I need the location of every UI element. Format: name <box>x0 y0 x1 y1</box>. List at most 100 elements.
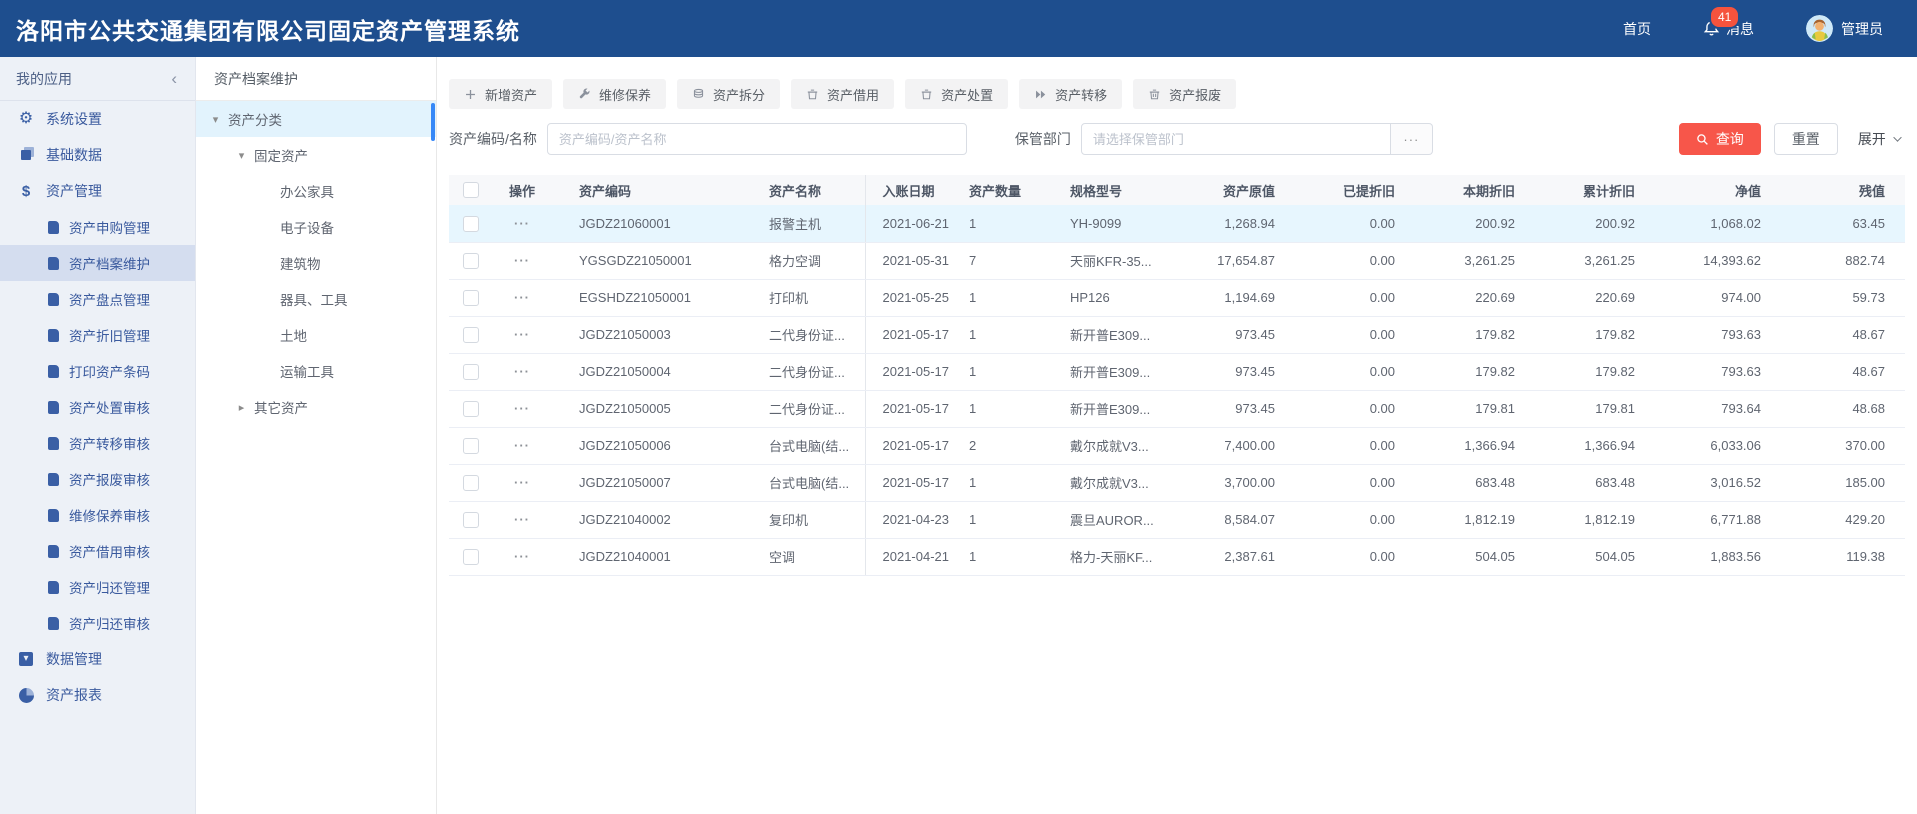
expand-toggle[interactable]: 展开 <box>1858 129 1902 149</box>
toolbar-button[interactable]: 资产转移 <box>1019 79 1123 109</box>
sidebar-item[interactable]: 资产报表 <box>0 677 195 713</box>
table-row[interactable]: ··· JGDZ21060001 报警主机 2021-06-21 1 YH-90… <box>449 205 1905 243</box>
table-row[interactable]: ··· JGDZ21050003 二代身份证... 2021-05-17 1 新… <box>449 316 1905 354</box>
sidebar-item-label: 资产管理 <box>46 183 102 199</box>
row-checkbox[interactable] <box>463 400 479 417</box>
sidebar-item[interactable]: 资产申购管理 <box>0 209 195 245</box>
table-row[interactable]: ··· JGDZ21040002 复印机 2021-04-23 1 震旦AURO… <box>449 501 1905 539</box>
table-row[interactable]: ··· JGDZ21050004 二代身份证... 2021-05-17 1 新… <box>449 353 1905 391</box>
cell-code: JGDZ21040002 <box>551 501 747 539</box>
row-actions-button[interactable]: ··· <box>514 401 530 416</box>
cell-dep-cur: 1,366.94 <box>1439 427 1559 465</box>
cell-dep-done: 0.00 <box>1319 390 1439 428</box>
sidebar-item[interactable]: 资产归还管理 <box>0 569 195 605</box>
table-row[interactable]: ··· EGSHDZ21050001 打印机 2021-05-25 1 HP12… <box>449 279 1905 317</box>
row-actions-button[interactable]: ··· <box>514 216 530 231</box>
sidebar-item[interactable]: 基础数据 <box>0 137 195 173</box>
sidebar-item-label: 资产归还审核 <box>69 617 150 632</box>
collapse-sidebar-button[interactable]: ‹ <box>167 69 181 89</box>
table-row[interactable]: ··· YGSGDZ21050001 格力空调 2021-05-31 7 天丽K… <box>449 242 1905 280</box>
row-checkbox[interactable] <box>463 511 479 528</box>
row-actions-button[interactable]: ··· <box>514 438 530 453</box>
sidebar-item-label: 资产申购管理 <box>69 221 150 236</box>
row-checkbox[interactable] <box>463 252 479 269</box>
sidebar-item[interactable]: 数据管理 <box>0 641 195 677</box>
tree-node[interactable]: ▾ 固定资产 <box>196 137 436 173</box>
table-row[interactable]: ··· JGDZ21050006 台式电脑(结... 2021-05-17 2 … <box>449 427 1905 465</box>
toolbar-button[interactable]: 资产报废 <box>1133 79 1237 109</box>
row-actions-button[interactable]: ··· <box>514 290 530 305</box>
sidebar-item[interactable]: 资产处置审核 <box>0 389 195 425</box>
col-actions: 操作 <box>493 175 551 205</box>
tree-node[interactable]: 土地 <box>196 317 436 353</box>
sidebar-item[interactable]: 资产档案维护 <box>0 245 195 281</box>
row-actions-button[interactable]: ··· <box>514 253 530 268</box>
frame: 我的应用 ‹ 系统设置 基础数据 资产管理 资产申购管理 <box>0 57 1917 814</box>
table-row[interactable]: ··· JGDZ21050005 二代身份证... 2021-05-17 1 新… <box>449 390 1905 428</box>
tree-panel: 资产档案维护 ▾ 资产分类 ▾ 固定资产 办公家具 电子设备 建筑物 器具、工具… <box>196 57 437 814</box>
cell-net: 6,033.06 <box>1679 427 1805 465</box>
tree-node[interactable]: 办公家具 <box>196 173 436 209</box>
table-row[interactable]: ··· JGDZ21050007 台式电脑(结... 2021-05-17 1 … <box>449 464 1905 502</box>
row-actions-button[interactable]: ··· <box>514 549 530 564</box>
tree-node[interactable]: 运输工具 <box>196 353 436 389</box>
toolbar-button[interactable]: 新增资产 <box>449 79 553 109</box>
tree-node[interactable]: 器具、工具 <box>196 281 436 317</box>
sidebar-item[interactable]: 资产报废审核 <box>0 461 195 497</box>
cell-date: 2021-05-17 <box>865 390 959 428</box>
cell-model: 戴尔成就V3... <box>1045 464 1207 502</box>
col-dep-done: 已提折旧 <box>1319 175 1439 205</box>
tree-node[interactable]: ▸ 其它资产 <box>196 389 436 425</box>
sidebar-item[interactable]: 资产转移审核 <box>0 425 195 461</box>
sidebar-item[interactable]: 资产归还审核 <box>0 605 195 641</box>
row-checkbox[interactable] <box>463 215 479 232</box>
cell-date: 2021-05-25 <box>865 279 959 317</box>
sidebar-item[interactable]: 维修保养审核 <box>0 497 195 533</box>
fast-forward-icon <box>1034 88 1047 101</box>
row-checkbox[interactable] <box>463 548 479 565</box>
dept-picker-button[interactable]: ··· <box>1390 123 1433 155</box>
row-checkbox[interactable] <box>463 289 479 306</box>
code-filter-input[interactable] <box>546 123 967 155</box>
row-checkbox[interactable] <box>463 363 479 380</box>
row-actions-button[interactable]: ··· <box>514 364 530 379</box>
tree-node[interactable]: ▾ 资产分类 <box>196 101 436 137</box>
cell-qty: 1 <box>959 205 1045 243</box>
doc-icon <box>46 399 60 415</box>
scrollbar-thumb[interactable] <box>431 103 435 141</box>
row-actions-button[interactable]: ··· <box>514 512 530 527</box>
row-actions-button[interactable]: ··· <box>514 327 530 342</box>
toolbar-button[interactable]: 资产借用 <box>791 79 895 109</box>
row-checkbox[interactable] <box>463 474 479 491</box>
nav-home[interactable]: 首页 <box>1623 19 1651 39</box>
cell-qty: 1 <box>959 390 1045 428</box>
sidebar-item[interactable]: 打印资产条码 <box>0 353 195 389</box>
dept-filter-input[interactable] <box>1080 123 1391 155</box>
row-checkbox[interactable] <box>463 326 479 343</box>
tree-node[interactable]: 电子设备 <box>196 209 436 245</box>
reset-button[interactable]: 重置 <box>1773 123 1838 155</box>
sidebar-item[interactable]: 资产折旧管理 <box>0 317 195 353</box>
cell-dep-done: 0.00 <box>1319 242 1439 280</box>
toolbar-button[interactable]: 维修保养 <box>563 79 667 109</box>
select-all-checkbox[interactable] <box>463 182 479 199</box>
cell-code: JGDZ21040001 <box>551 538 747 576</box>
sidebar-item[interactable]: 资产借用审核 <box>0 533 195 569</box>
category-tree: ▾ 资产分类 ▾ 固定资产 办公家具 电子设备 建筑物 器具、工具 土地 运输工… <box>196 101 436 425</box>
sidebar-item[interactable]: 系统设置 <box>0 101 195 137</box>
search-button-label: 查询 <box>1715 131 1744 147</box>
toolbar-button[interactable]: 资产处置 <box>905 79 1009 109</box>
search-button[interactable]: 查询 <box>1678 123 1761 155</box>
cell-qty: 1 <box>959 316 1045 354</box>
sidebar-item[interactable]: 资产管理 <box>0 173 195 209</box>
row-checkbox[interactable] <box>463 437 479 454</box>
row-actions-button[interactable]: ··· <box>514 475 530 490</box>
cell-qty: 1 <box>959 464 1045 502</box>
nav-messages[interactable]: 41 消息 <box>1703 4 1754 39</box>
cell-orig: 3,700.00 <box>1207 464 1319 502</box>
sidebar-item[interactable]: 资产盘点管理 <box>0 281 195 317</box>
tree-node[interactable]: 建筑物 <box>196 245 436 281</box>
user-menu[interactable]: 管理员 <box>1806 15 1883 42</box>
toolbar-button[interactable]: 资产拆分 <box>677 79 781 109</box>
table-row[interactable]: ··· JGDZ21040001 空调 2021-04-21 1 格力-天丽KF… <box>449 538 1905 576</box>
